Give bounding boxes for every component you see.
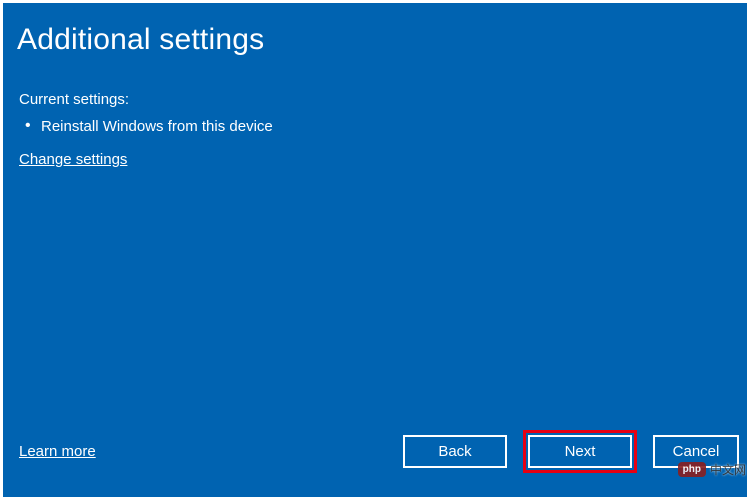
dialog-footer: Learn more Back Next Cancel <box>17 430 729 479</box>
back-button[interactable]: Back <box>403 435 507 468</box>
change-settings-link[interactable]: Change settings <box>19 151 729 168</box>
watermark-badge: php <box>678 462 706 477</box>
current-settings-label: Current settings: <box>19 91 729 108</box>
settings-list: Reinstall Windows from this device <box>19 118 729 135</box>
watermark: php 中文网 <box>678 461 746 478</box>
settings-dialog: Additional settings Current settings: Re… <box>3 3 747 497</box>
spacer <box>17 168 729 430</box>
learn-more-link[interactable]: Learn more <box>19 443 96 460</box>
page-title: Additional settings <box>17 23 729 57</box>
list-item: Reinstall Windows from this device <box>19 118 729 135</box>
next-button-highlight: Next <box>523 430 637 473</box>
watermark-text: 中文网 <box>710 461 746 478</box>
next-button[interactable]: Next <box>528 435 632 468</box>
